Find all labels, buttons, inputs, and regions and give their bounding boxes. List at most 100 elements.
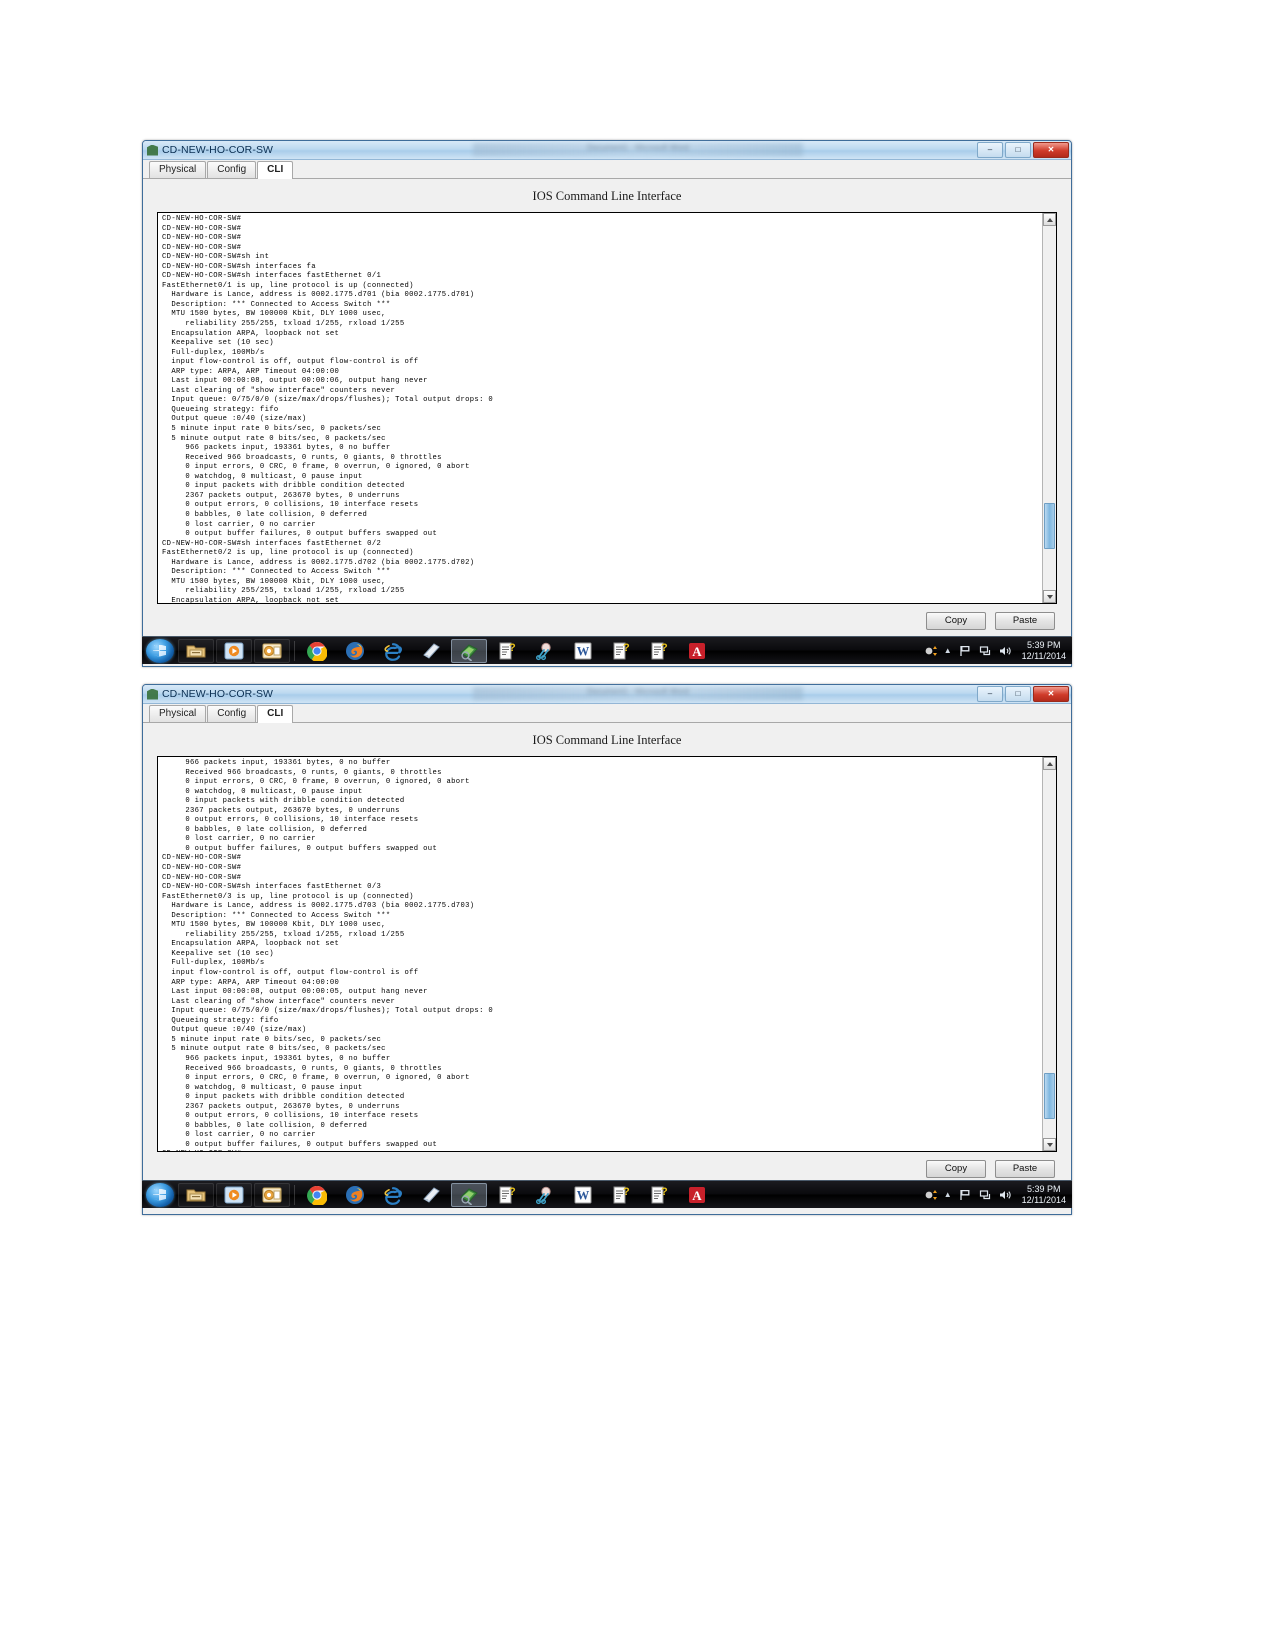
windows-taskbar-1[interactable]: ? W ? ? A ▲ 5:39 PM 12/11/2014 <box>142 636 1072 664</box>
scroll-up-arrow-icon-2[interactable] <box>1043 757 1056 770</box>
show-hidden-icons-chevron-icon[interactable]: ▲ <box>944 646 952 655</box>
window-titlebar[interactable]: CD-NEW-HO-COR-SW Document1 - Microsoft W… <box>143 141 1071 160</box>
windows-media-player-icon-2 <box>224 1186 244 1203</box>
svg-text:A: A <box>692 1188 702 1203</box>
taskbar-item-adobe-reader-2[interactable]: A <box>679 1183 715 1207</box>
action-center-flag-icon-2[interactable] <box>958 1188 972 1202</box>
taskbar-item-windows-media-player[interactable] <box>216 638 252 663</box>
copy-button[interactable]: Copy <box>926 612 986 630</box>
terminal-container[interactable]: CD-NEW-HO-COR-SW# CD-NEW-HO-COR-SW# CD-N… <box>157 212 1057 604</box>
taskbar-running-group-2[interactable]: ? W ? ? A <box>298 1182 716 1207</box>
tab-config[interactable]: Config <box>207 161 257 178</box>
terminal-scrollbar[interactable] <box>1042 213 1056 603</box>
system-tray[interactable]: ▲ 5:39 PM 12/11/2014 <box>924 637 1072 664</box>
packet-tracer-window-1[interactable]: CD-NEW-HO-COR-SW Document1 - Microsoft W… <box>142 140 1072 667</box>
taskbar-separator <box>294 640 295 661</box>
taskbar-item-microsoft-outlook[interactable] <box>254 638 290 663</box>
microsoft-outlook-icon-2 <box>262 1187 282 1202</box>
svg-text:?: ? <box>661 1186 668 1198</box>
tabstrip-2[interactable]: Physical Config CLI <box>143 704 1071 723</box>
taskbar-item-help-document-3-2[interactable]: ? <box>641 1183 677 1207</box>
svg-text:W: W <box>577 1188 590 1202</box>
scroll-down-arrow-icon-2[interactable] <box>1043 1138 1056 1151</box>
maximize-button[interactable]: □ <box>1005 142 1031 158</box>
internet-explorer-icon <box>384 642 403 661</box>
taskbar-item-help-document-1[interactable]: ? <box>489 639 525 663</box>
scrollbar-thumb[interactable] <box>1044 503 1055 549</box>
minimize-button[interactable]: – <box>977 142 1003 158</box>
notepad-window-icon-2 <box>423 1186 440 1203</box>
scrollbar-thumb-2[interactable] <box>1044 1073 1055 1119</box>
help-document-icon-b2: ? <box>613 1186 630 1203</box>
tray-updown-icon[interactable] <box>924 644 938 658</box>
taskbar-clock-2[interactable]: 5:39 PM 12/11/2014 <box>1018 1184 1066 1206</box>
copy-button-2[interactable]: Copy <box>926 1160 986 1178</box>
minimize-button-2[interactable]: – <box>977 686 1003 702</box>
taskbar-clock[interactable]: 5:39 PM 12/11/2014 <box>1018 640 1066 662</box>
paste-button[interactable]: Paste <box>995 612 1055 630</box>
svg-text:W: W <box>577 644 590 658</box>
scroll-up-arrow-icon[interactable] <box>1043 213 1056 226</box>
terminal-scrollbar-2[interactable] <box>1042 757 1056 1151</box>
taskbar-item-help-document-3[interactable]: ? <box>641 639 677 663</box>
taskbar-item-help-document-1-2[interactable]: ? <box>489 1183 525 1207</box>
tab-cli-2[interactable]: CLI <box>257 705 294 723</box>
tab-physical[interactable]: Physical <box>149 161 207 178</box>
scroll-down-arrow-icon[interactable] <box>1043 590 1056 603</box>
terminal-container-2[interactable]: 966 packets input, 193361 bytes, 0 no bu… <box>157 756 1057 1152</box>
taskbar-item-cisco-packet-tracer[interactable] <box>451 638 487 663</box>
close-button[interactable]: ✕ <box>1033 142 1069 158</box>
tabstrip[interactable]: Physical Config CLI <box>143 160 1071 179</box>
packet-tracer-window-2[interactable]: CD-NEW-HO-COR-SW Document1 - Microsoft W… <box>142 684 1072 1215</box>
clock-time: 5:39 PM <box>1027 639 1061 650</box>
tray-updown-icon-2[interactable] <box>924 1188 938 1202</box>
taskbar-pinned-group-2[interactable] <box>177 1182 291 1207</box>
maximize-button-2[interactable]: □ <box>1005 686 1031 702</box>
terminal-text-2: 966 packets input, 193361 bytes, 0 no bu… <box>162 759 494 1151</box>
taskbar-item-help-document-2[interactable]: ? <box>603 639 639 663</box>
taskbar-item-windows-explorer-2[interactable] <box>178 1182 214 1207</box>
network-icon[interactable] <box>978 644 992 658</box>
taskbar-item-cisco-packet-tracer-2[interactable] <box>451 1182 487 1207</box>
taskbar-item-notepad-window-2[interactable] <box>413 1183 449 1207</box>
microsoft-word-icon: W <box>574 642 592 659</box>
taskbar-item-internet-explorer-2[interactable] <box>375 1183 411 1207</box>
start-button-icon-2[interactable] <box>146 1182 174 1207</box>
start-button-icon[interactable] <box>146 638 174 663</box>
taskbar-item-microsoft-word[interactable]: W <box>565 639 601 663</box>
system-tray-2[interactable]: ▲ 5:39 PM 12/11/2014 <box>924 1181 1072 1208</box>
taskbar-item-windows-explorer[interactable] <box>178 638 214 663</box>
taskbar-item-notepad-window[interactable] <box>413 639 449 663</box>
taskbar-running-group[interactable]: ? W ? ? A <box>298 638 716 663</box>
terminal-button-bar: Copy Paste <box>143 604 1071 640</box>
windows-taskbar-2[interactable]: ? W ? ? A ▲ 5:39 PM 12/11/2014 <box>142 1180 1072 1208</box>
taskbar-item-google-chrome[interactable] <box>299 639 335 663</box>
taskbar-item-help-document-2-2[interactable]: ? <box>603 1183 639 1207</box>
close-button-2[interactable]: ✕ <box>1033 686 1069 702</box>
show-hidden-icons-chevron-icon-2[interactable]: ▲ <box>944 1190 952 1199</box>
taskbar-item-snipping-tool-2[interactable] <box>527 1183 563 1207</box>
taskbar-item-mozilla-firefox[interactable] <box>337 639 373 663</box>
tab-cli[interactable]: CLI <box>257 161 294 179</box>
paste-button-2[interactable]: Paste <box>995 1160 1055 1178</box>
taskbar-item-adobe-reader[interactable]: A <box>679 639 715 663</box>
taskbar-item-microsoft-word-2[interactable]: W <box>565 1183 601 1207</box>
taskbar-item-google-chrome-2[interactable] <box>299 1183 335 1207</box>
taskbar-item-snipping-tool[interactable] <box>527 639 563 663</box>
volume-icon-2[interactable] <box>998 1188 1012 1202</box>
window-controls-2[interactable]: – □ ✕ <box>977 686 1069 702</box>
taskbar-item-microsoft-outlook-2[interactable] <box>254 1182 290 1207</box>
tab-physical-2[interactable]: Physical <box>149 705 207 722</box>
taskbar-item-windows-media-player-2[interactable] <box>216 1182 252 1207</box>
taskbar-item-mozilla-firefox-2[interactable] <box>337 1183 373 1207</box>
terminal-output-area[interactable]: CD-NEW-HO-COR-SW# CD-NEW-HO-COR-SW# CD-N… <box>158 213 1042 603</box>
volume-icon[interactable] <box>998 644 1012 658</box>
action-center-flag-icon[interactable] <box>958 644 972 658</box>
tab-config-2[interactable]: Config <box>207 705 257 722</box>
window-titlebar-2[interactable]: CD-NEW-HO-COR-SW Document1 - Microsoft W… <box>143 685 1071 704</box>
terminal-output-area-2[interactable]: 966 packets input, 193361 bytes, 0 no bu… <box>158 757 1042 1151</box>
taskbar-pinned-group[interactable] <box>177 638 291 663</box>
window-controls[interactable]: – □ ✕ <box>977 142 1069 158</box>
taskbar-item-internet-explorer[interactable] <box>375 639 411 663</box>
network-icon-2[interactable] <box>978 1188 992 1202</box>
